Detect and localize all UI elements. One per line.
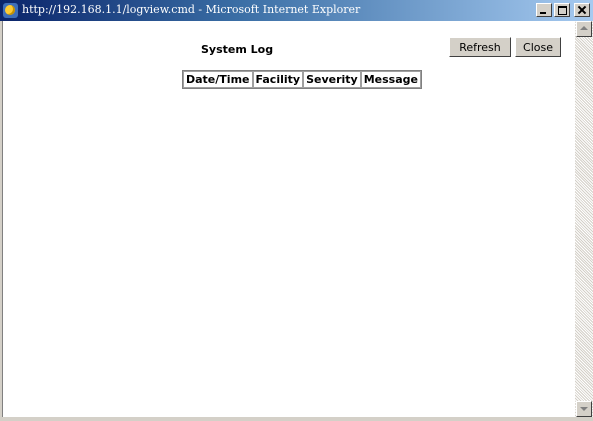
- page-title: System Log: [201, 43, 274, 56]
- column-header-facility: Facility: [252, 71, 304, 88]
- system-log-table: Date/Time Facility Severity Message: [182, 70, 422, 89]
- title-bar: http://192.168.1.1/logview.cmd - Microso…: [0, 0, 593, 21]
- window-controls: [536, 3, 590, 17]
- close-window-button[interactable]: [574, 3, 590, 17]
- column-header-message: Message: [360, 71, 421, 88]
- minimize-button[interactable]: [536, 3, 552, 17]
- action-buttons: Refresh Close: [449, 37, 561, 57]
- scroll-up-arrow-icon[interactable]: [576, 21, 592, 37]
- browser-window: http://192.168.1.1/logview.cmd - Microso…: [0, 0, 593, 421]
- vertical-scrollbar[interactable]: [575, 21, 593, 417]
- window-title: http://192.168.1.1/logview.cmd - Microso…: [22, 3, 361, 16]
- column-header-severity: Severity: [303, 71, 361, 88]
- close-button[interactable]: Close: [515, 37, 561, 57]
- table-header-row: Date/Time Facility Severity Message: [183, 71, 421, 88]
- ie-icon: [3, 3, 18, 18]
- scroll-down-arrow-icon[interactable]: [576, 401, 592, 417]
- maximize-button[interactable]: [554, 3, 570, 17]
- column-header-datetime: Date/Time: [183, 71, 253, 88]
- refresh-button[interactable]: Refresh: [449, 37, 511, 57]
- page-content: System Log Refresh Close Date/Time Facil…: [3, 21, 575, 417]
- window-bottom-border: [0, 417, 593, 421]
